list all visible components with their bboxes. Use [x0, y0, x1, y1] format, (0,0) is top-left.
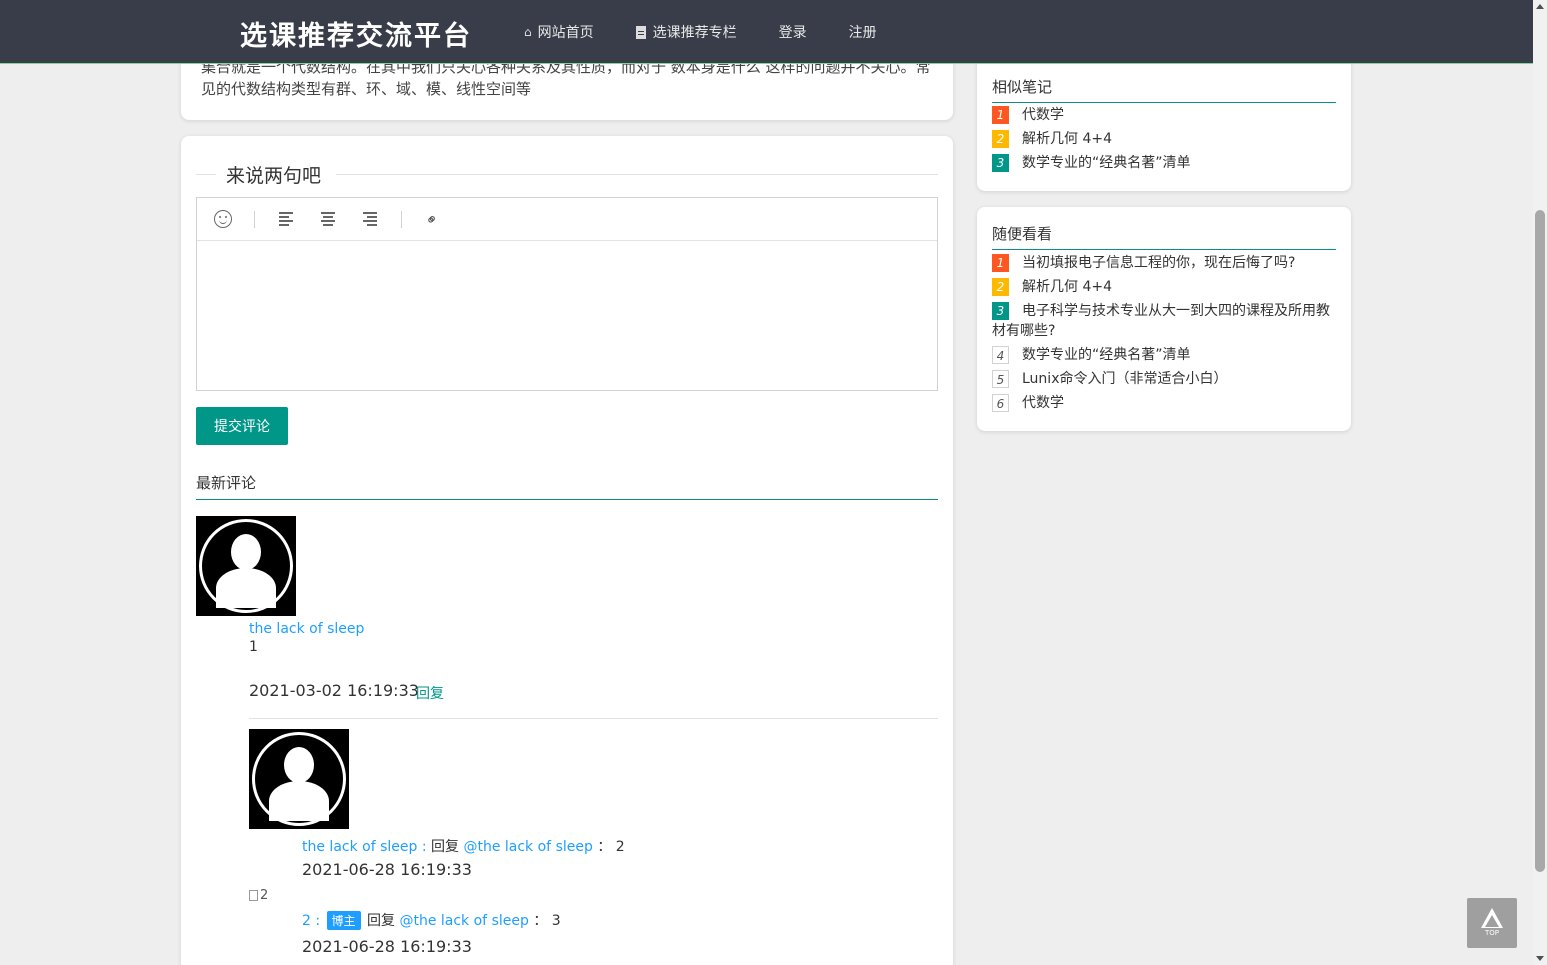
random-notes-title: 随便看看: [992, 223, 1336, 250]
list-item-label: 数学专业的“经典名著”清单: [1022, 347, 1191, 363]
list-item-label: 代数学: [1022, 107, 1064, 123]
main-nav: ⌂ 网站首页 选课推荐专栏 登录 注册: [524, 0, 919, 64]
page-scrollbar[interactable]: [1533, 0, 1547, 965]
list-item-label: 代数学: [1022, 395, 1064, 411]
rank-badge: 3: [992, 302, 1009, 320]
reply-author[interactable]: the lack of sleep: [302, 839, 417, 855]
reply-separator: :: [417, 839, 427, 855]
comment-legend: 来说两句吧: [196, 161, 938, 187]
reply-word: 回复: [367, 913, 396, 929]
list-item-label: 解析几何 4+4: [1022, 131, 1112, 147]
rank-badge: 2: [992, 278, 1009, 296]
reply-author[interactable]: 2: [302, 913, 311, 929]
reply-content: 3: [551, 913, 561, 929]
reply-avatar[interactable]: [249, 729, 349, 829]
reply-colon: ：: [597, 839, 612, 855]
rank-badge: 5: [992, 370, 1009, 388]
site-logo[interactable]: 选课推荐交流平台: [240, 14, 472, 53]
reply-time: 2021-06-28 16:19:33: [302, 860, 472, 879]
rank-badge: 2: [992, 130, 1009, 148]
align-right-icon[interactable]: [361, 209, 383, 229]
list-item[interactable]: 2 解析几何 4+4: [992, 129, 1336, 149]
reply-separator: :: [310, 913, 321, 929]
latest-comments-title: 最新评论: [196, 472, 938, 500]
reply-button[interactable]: 回复: [416, 683, 444, 703]
back-to-top-button[interactable]: TOP: [1467, 898, 1517, 948]
broken-avatar-image[interactable]: 2: [249, 888, 268, 903]
list-item[interactable]: 3 电子科学与技术专业从大一到大四的课程及所用教材有哪些?: [992, 301, 1336, 341]
rank-badge: 3: [992, 154, 1009, 172]
list-item[interactable]: 1 当初填报电子信息工程的你，现在后悔了吗?: [992, 253, 1336, 273]
comment-author[interactable]: the lack of sleep: [249, 621, 364, 637]
list-item[interactable]: 2 解析几何 4+4: [992, 277, 1336, 297]
similar-notes-list: 1 代数学 2 解析几何 4+4 3 数学专业的“经典名著”清单: [992, 105, 1336, 177]
reply-time: 2021-06-28 16:19:33: [302, 937, 472, 956]
comment-card: 来说两句吧 ⚭ 提交评论 最新评论 the lack of sleep 1 20…: [181, 136, 953, 965]
scroll-up-icon[interactable]: [1536, 4, 1544, 9]
similar-notes-title: 相似笔记: [992, 76, 1336, 103]
document-icon: [635, 25, 646, 39]
editor-toolbar: ⚭: [197, 198, 937, 241]
list-item-label: 电子科学与技术专业从大一到大四的课程及所用教材有哪些?: [992, 303, 1330, 339]
align-left-icon[interactable]: [277, 209, 299, 229]
list-item-label: 数学专业的“经典名著”清单: [1022, 155, 1191, 171]
top-navbar: 选课推荐交流平台 ⌂ 网站首页 选课推荐专栏 登录 注册: [0, 0, 1533, 64]
nav-recommend-label: 选课推荐专栏: [652, 25, 737, 41]
list-item[interactable]: 3 数学专业的“经典名著”清单: [992, 153, 1336, 173]
list-item-label: Lunix命令入门（非常适合小白）: [1022, 371, 1228, 387]
reply-colon: ：: [533, 913, 548, 929]
list-item[interactable]: 6 代数学: [992, 393, 1336, 413]
align-center-icon[interactable]: [319, 209, 341, 229]
list-item-label: 当初填报电子信息工程的你，现在后悔了吗?: [1022, 255, 1296, 271]
list-item[interactable]: 1 代数学: [992, 105, 1336, 125]
reply-line-2: 2 : 博主 回复 @the lack of sleep ： 3: [302, 910, 561, 930]
random-notes-card: 随便看看 1 当初填报电子信息工程的你，现在后悔了吗? 2 解析几何 4+4 3 电子…: [977, 207, 1351, 431]
rank-badge: 6: [992, 394, 1009, 412]
submit-comment-button[interactable]: 提交评论: [196, 407, 288, 445]
reply-target[interactable]: @the lack of sleep: [463, 839, 592, 855]
comment-content: 1: [249, 639, 258, 655]
comment-legend-title: 来说两句吧: [226, 165, 322, 187]
back-to-top-label: TOP: [1484, 929, 1499, 937]
nav-register-label: 注册: [848, 25, 877, 41]
scroll-thumb[interactable]: [1535, 210, 1545, 872]
list-item[interactable]: 4 数学专业的“经典名著”清单: [992, 345, 1336, 365]
rank-badge: 1: [992, 106, 1009, 124]
smile-icon[interactable]: [214, 210, 232, 228]
list-item-label: 解析几何 4+4: [1022, 279, 1112, 295]
rank-badge: 4: [992, 346, 1009, 364]
author-badge: 博主: [326, 911, 361, 930]
avatar[interactable]: [196, 516, 296, 616]
comment-textarea[interactable]: [197, 242, 937, 390]
nav-home-label: 网站首页: [537, 25, 594, 41]
random-notes-list: 1 当初填报电子信息工程的你，现在后悔了吗? 2 解析几何 4+4 3 电子科学与技术…: [992, 253, 1336, 417]
nav-login-label: 登录: [778, 25, 807, 41]
nav-home[interactable]: ⌂ 网站首页: [524, 22, 594, 42]
nav-recommend-column[interactable]: 选课推荐专栏: [635, 22, 737, 42]
list-item[interactable]: 5 Lunix命令入门（非常适合小白）: [992, 369, 1336, 389]
reply-target[interactable]: @the lack of sleep: [399, 913, 528, 929]
link-icon[interactable]: ⚭: [421, 202, 451, 232]
broken-image-alt: 2: [260, 888, 269, 903]
scroll-down-icon[interactable]: [1536, 956, 1544, 961]
rank-badge: 1: [992, 254, 1009, 272]
home-icon: ⌂: [524, 25, 532, 39]
nav-register[interactable]: 注册: [849, 22, 877, 42]
nav-login[interactable]: 登录: [779, 22, 807, 42]
reply-line-1: the lack of sleep : 回复 @the lack of slee…: [302, 836, 625, 856]
comment-time: 2021-03-02 16:19:33: [249, 681, 419, 700]
reply-content: 2: [615, 839, 625, 855]
reply-word: 回复: [431, 839, 460, 855]
comment-editor: ⚭: [196, 197, 938, 391]
